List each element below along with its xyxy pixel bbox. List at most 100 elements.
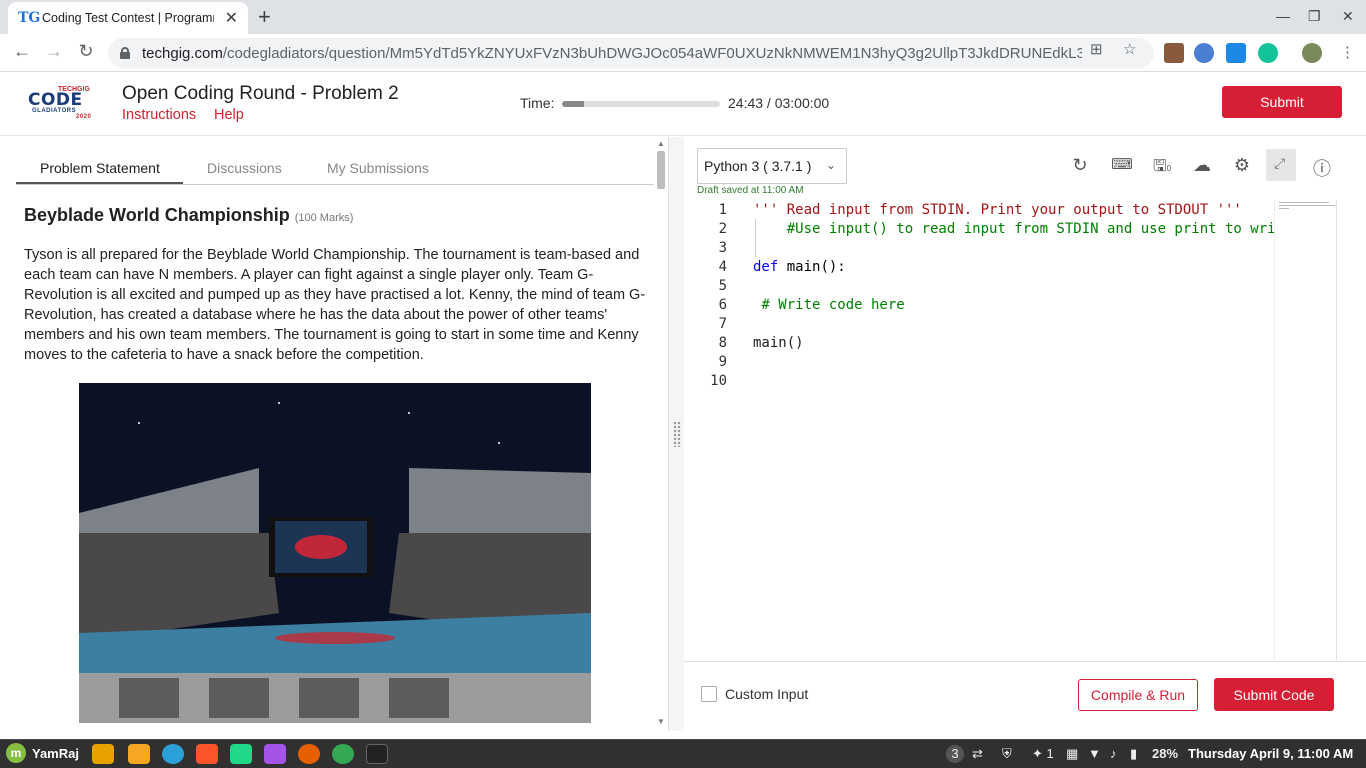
- code-line[interactable]: 3: [684, 240, 1274, 259]
- stadium-image: [79, 383, 591, 723]
- tab-close-icon[interactable]: ✕: [225, 8, 238, 28]
- line-number: 1: [718, 202, 727, 218]
- time-progress-bar: [562, 101, 720, 107]
- instructions-link[interactable]: Instructions: [122, 107, 196, 123]
- new-tab-icon[interactable]: +: [258, 6, 271, 28]
- time-value: 24:43 / 03:00:00: [728, 95, 830, 111]
- line-number: 8: [718, 335, 727, 351]
- settings-gear-icon[interactable]: ⚙: [1230, 155, 1254, 176]
- editor-pane: Python 3 ( 3.7.1 ) ⌄ Draft saved at 11:0…: [684, 137, 1366, 731]
- custom-input-label[interactable]: Custom Input: [725, 686, 808, 702]
- translate-icon[interactable]: ⊞: [1090, 40, 1103, 58]
- problem-description: Tyson is all prepared for the Beyblade W…: [24, 247, 646, 363]
- profile-avatar[interactable]: [1302, 43, 1322, 63]
- time-progress-fill: [562, 101, 584, 107]
- pane-splitter[interactable]: [668, 137, 684, 731]
- tab-discussions[interactable]: Discussions: [207, 160, 282, 176]
- pycharm-icon[interactable]: [230, 744, 252, 764]
- code-line[interactable]: 2 #Use input() to read input from STDIN …: [684, 221, 1274, 240]
- brave-icon[interactable]: [196, 744, 218, 764]
- code-line[interactable]: 10: [684, 373, 1274, 392]
- chevron-down-icon: ⌄: [825, 158, 836, 172]
- scroll-down-icon[interactable]: ▼: [657, 717, 665, 726]
- folder-icon[interactable]: [128, 744, 150, 764]
- workspace-icon[interactable]: ✦ 1: [1032, 746, 1054, 762]
- drag-handle-icon[interactable]: [673, 421, 681, 447]
- battery-percent: 28%: [1152, 746, 1179, 761]
- code-line[interactable]: 9: [684, 354, 1274, 373]
- editor-scrollbar[interactable]: [1336, 200, 1350, 660]
- browser-tab[interactable]: TG Coding Test Contest | Programm ✕: [8, 2, 248, 34]
- back-icon[interactable]: ←: [10, 41, 34, 62]
- language-select[interactable]: Python 3 ( 3.7.1 ) ⌄: [697, 148, 847, 184]
- custom-input-checkbox[interactable]: [701, 686, 717, 702]
- code-line[interactable]: 8 main(): [684, 335, 1274, 354]
- grammarly-icon[interactable]: [1258, 43, 1278, 63]
- code-text: main(): [753, 335, 804, 351]
- extension-globe-icon[interactable]: [1194, 43, 1214, 63]
- lock-icon: [120, 47, 130, 59]
- address-bar[interactable]: techgig.com/codegladiators/question/Mm5Y…: [108, 38, 1154, 68]
- editor-minimap[interactable]: [1274, 200, 1336, 660]
- scroll-up-icon[interactable]: ▲: [657, 139, 665, 148]
- network-icon[interactable]: ▦: [1066, 746, 1078, 762]
- code-gladiators-logo[interactable]: TECHGIG CODE GLADIATORS 2020: [24, 86, 100, 122]
- files-icon[interactable]: [92, 744, 114, 764]
- help-link[interactable]: Help: [214, 107, 244, 123]
- line-number: 6: [718, 297, 727, 313]
- code-editor[interactable]: 1 ''' Read input from STDIN. Print your o…: [684, 200, 1274, 660]
- expand-icon: ⤢: [1274, 155, 1286, 171]
- notification-badge[interactable]: 3: [946, 745, 964, 763]
- submit-button[interactable]: Submit: [1222, 86, 1342, 118]
- chrome-icon[interactable]: [332, 744, 354, 764]
- battery-icon[interactable]: ▮: [1130, 746, 1137, 762]
- shield-icon[interactable]: ⛨: [1002, 746, 1012, 762]
- code-text: ''' Read input from STDIN. Print your ou…: [753, 202, 1242, 218]
- volume-icon[interactable]: ♪: [1110, 746, 1117, 761]
- code-line[interactable]: 1 ''' Read input from STDIN. Print your o…: [684, 202, 1274, 221]
- submit-code-button[interactable]: Submit Code: [1214, 678, 1334, 711]
- tab-problem-statement[interactable]: Problem Statement: [40, 160, 160, 176]
- code-line[interactable]: 6 # Write code here: [684, 297, 1274, 316]
- compile-run-button[interactable]: Compile & Run: [1078, 679, 1198, 711]
- save-icon[interactable]: 🖫0: [1150, 155, 1174, 182]
- reload-icon[interactable]: ↻: [74, 41, 98, 62]
- info-icon[interactable]: ⓘ: [1310, 155, 1334, 181]
- scrollbar-thumb[interactable]: [657, 151, 665, 189]
- extension-fl-icon[interactable]: [1226, 43, 1246, 63]
- terminal-icon[interactable]: [366, 744, 388, 764]
- wifi-icon[interactable]: ▼: [1088, 746, 1101, 761]
- code-text: def main():: [753, 259, 846, 275]
- code-text: #Use input() to read input from STDIN an…: [786, 221, 1274, 237]
- line-number: 10: [710, 373, 727, 389]
- window-close-icon[interactable]: ✕: [1342, 8, 1354, 25]
- code-line[interactable]: 5: [684, 278, 1274, 297]
- phpstorm-icon[interactable]: [264, 744, 286, 764]
- problem-marks: (100 Marks): [294, 212, 354, 224]
- clock[interactable]: Thursday April 9, 11:00 AM: [1188, 746, 1353, 761]
- cloud-upload-icon[interactable]: ☁: [1190, 155, 1214, 176]
- expand-button[interactable]: ⤢: [1266, 149, 1296, 181]
- line-number: 9: [718, 354, 727, 370]
- code-line[interactable]: 4 def main():: [684, 259, 1274, 278]
- os-taskbar: m YamRaj 3 ⇄ ⛨ ✦ 1 ▦ ▼ ♪ ▮ 28% Thursday …: [0, 739, 1366, 768]
- code-line[interactable]: 7: [684, 316, 1274, 335]
- teamviewer-icon[interactable]: ⇄: [972, 746, 983, 762]
- minimize-icon[interactable]: —: [1276, 8, 1290, 24]
- bookmark-star-icon[interactable]: ☆: [1123, 40, 1136, 58]
- firefox-icon[interactable]: [298, 744, 320, 764]
- editor-footer: Custom Input Compile & Run Submit Code: [684, 661, 1366, 731]
- tab-my-submissions[interactable]: My Submissions: [327, 160, 429, 176]
- line-number: 5: [718, 278, 727, 294]
- restore-icon[interactable]: ❐: [1308, 8, 1321, 25]
- telegram-icon[interactable]: [162, 744, 184, 764]
- keyboard-icon[interactable]: ⌨: [1110, 155, 1134, 173]
- start-menu[interactable]: m YamRaj: [6, 743, 79, 763]
- problem-scrollbar[interactable]: ▲ ▼: [656, 139, 666, 729]
- page-title: Open Coding Round - Problem 2: [122, 83, 399, 104]
- extension-hammer-icon[interactable]: [1164, 43, 1184, 63]
- menu-kebab-icon[interactable]: ⋮: [1340, 43, 1355, 61]
- forward-icon[interactable]: →: [42, 41, 66, 62]
- reset-icon[interactable]: ↻: [1068, 155, 1092, 176]
- problem-pane: Problem Statement Discussions My Submiss…: [0, 137, 668, 731]
